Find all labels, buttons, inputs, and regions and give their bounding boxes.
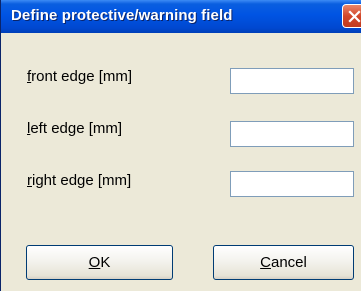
dialog-window: Define protective/warning field front ed… [0, 0, 361, 291]
close-icon [348, 10, 361, 23]
cancel-button[interactable]: Cancel [213, 245, 354, 280]
cancel-button-mnemonic: C [260, 254, 271, 271]
dialog-title: Define protective/warning field [11, 7, 233, 24]
right-edge-label-text: ight edge [mm] [32, 172, 132, 189]
front-edge-label-text: ront edge [mm] [31, 68, 133, 85]
front-edge-label: front edge [mm] [27, 68, 132, 85]
ok-button-text: K [100, 254, 111, 271]
right-edge-input[interactable] [230, 171, 354, 197]
close-button[interactable] [342, 4, 361, 28]
left-edge-input[interactable] [230, 121, 354, 147]
ok-button-mnemonic: O [88, 254, 101, 271]
right-edge-label: right edge [mm] [27, 172, 131, 189]
left-edge-label-text: eft edge [mm] [30, 120, 123, 137]
front-edge-input[interactable] [230, 68, 354, 94]
left-edge-label: left edge [mm] [27, 120, 122, 137]
cancel-button-text: ancel [270, 254, 307, 271]
title-bar[interactable]: Define protective/warning field [1, 0, 361, 33]
ok-button[interactable]: OK [26, 245, 173, 280]
